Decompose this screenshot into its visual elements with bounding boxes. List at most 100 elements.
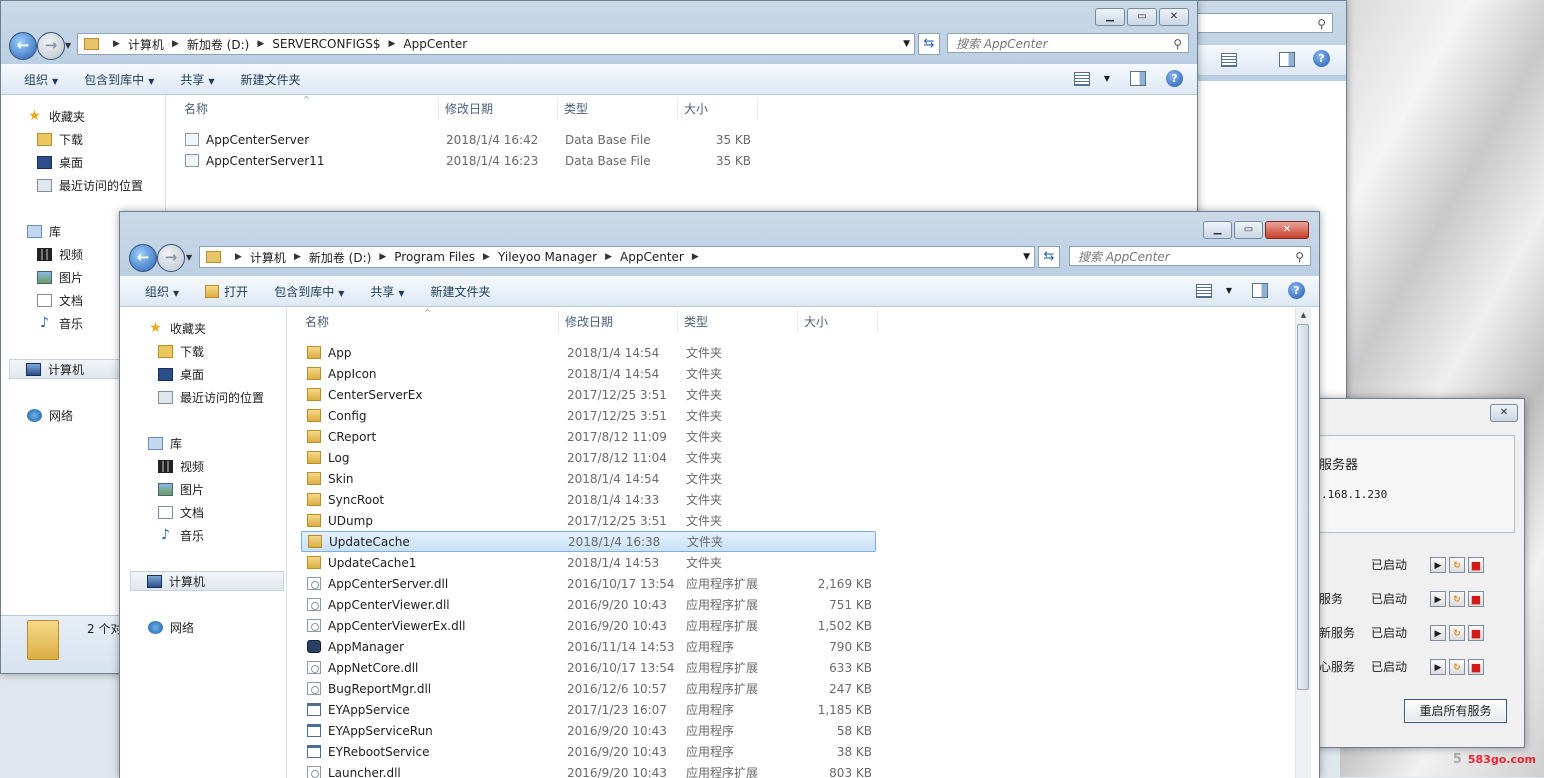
address-bar[interactable]: ▶计算机 ▶新加卷 (D:) ▶Program Files ▶Yileyoo M… [199,246,1035,268]
nav-favorites[interactable]: ★收藏夹 [148,320,206,337]
restart-service-button[interactable]: ↻ [1449,591,1465,607]
column-modified[interactable]: 修改日期 [439,98,558,120]
file-row[interactable]: UpdateCache12018/1/4 14:53文件夹 [301,552,872,573]
breadcrumb-item[interactable]: AppCenter [620,250,684,264]
file-row[interactable]: AppNetCore.dll2016/10/17 13:54应用程序扩展633 … [301,657,872,678]
breadcrumb-item[interactable]: AppCenter [403,37,467,51]
forward-button[interactable]: → [157,244,185,272]
nav-recent[interactable]: 最近访问的位置 [158,389,264,406]
nav-downloads[interactable]: 下载 [158,343,204,360]
organize-menu[interactable]: 组织▼ [145,283,179,300]
nav-pictures[interactable]: 图片 [37,269,83,286]
column-size[interactable]: 大小 [798,311,878,333]
file-row[interactable]: EYRebootService2016/9/20 10:43应用程序38 KB [301,741,872,762]
vertical-scrollbar[interactable]: ▲ [1295,308,1311,778]
restart-service-button[interactable]: ↻ [1449,557,1465,573]
nav-documents[interactable]: 文档 [37,292,83,309]
breadcrumb-item[interactable]: 计算机 [128,36,164,53]
stop-service-button[interactable]: ■ [1468,659,1484,675]
maximize-button[interactable]: ▭ [1234,221,1263,239]
include-in-library-menu[interactable]: 包含到库中▼ [274,283,344,300]
view-icon[interactable] [1196,284,1212,298]
column-name[interactable]: 名称 [178,98,439,120]
file-row[interactable]: AppIcon2018/1/4 14:54文件夹 [301,363,872,384]
file-row[interactable]: AppCenterServer112018/1/4 16:23Data Base… [179,150,751,171]
help-icon[interactable]: ? [1313,50,1330,67]
start-service-button[interactable]: ▶ [1430,591,1446,607]
refresh-button[interactable]: ⇆ [918,33,940,55]
restart-all-services-button[interactable]: 重启所有服务 [1404,699,1507,723]
nav-network[interactable]: 网络 [27,407,73,424]
search-input[interactable]: 搜索 AppCenter⚲ [947,33,1189,53]
stop-service-button[interactable]: ■ [1468,625,1484,641]
nav-documents[interactable]: 文档 [158,504,204,521]
restart-service-button[interactable]: ↻ [1449,625,1465,641]
share-menu[interactable]: 共享▼ [180,71,214,88]
close-button[interactable]: ✕ [1490,404,1518,422]
file-row[interactable]: UDump2017/12/25 3:51文件夹 [301,510,872,531]
file-row[interactable]: Skin2018/1/4 14:54文件夹 [301,468,872,489]
breadcrumb-item[interactable]: 新加卷 (D:) [309,249,371,266]
maximize-button[interactable]: ▭ [1127,8,1157,26]
breadcrumb-item[interactable]: Yileyoo Manager [498,250,597,264]
column-type[interactable]: 类型 [558,98,678,120]
column-name[interactable]: 名称 [299,311,559,333]
forward-button[interactable]: → [37,32,65,60]
view-dropdown[interactable]: ▼ [1104,74,1110,83]
include-in-library-menu[interactable]: 包含到库中▼ [84,71,154,88]
start-service-button[interactable]: ▶ [1430,625,1446,641]
nav-music[interactable]: ♪音乐 [37,315,83,332]
nav-desktop[interactable]: 桌面 [158,366,204,383]
restart-service-button[interactable]: ↻ [1449,659,1465,675]
new-folder-button[interactable]: 新建文件夹 [431,283,491,300]
view-icon[interactable] [1074,72,1090,86]
breadcrumb-item[interactable]: 新加卷 (D:) [187,36,249,53]
nav-network[interactable]: 网络 [148,619,194,636]
nav-pictures[interactable]: 图片 [158,481,204,498]
file-row[interactable]: AppCenterViewerEx.dll2016/9/20 10:43应用程序… [301,615,872,636]
stop-service-button[interactable]: ■ [1468,591,1484,607]
recent-pages-dropdown[interactable]: ▼ [65,41,71,50]
refresh-button[interactable]: ⇆ [1038,246,1060,268]
file-row[interactable]: App2018/1/4 14:54文件夹 [301,342,872,363]
address-bar[interactable]: ▶计算机 ▶新加卷 (D:) ▶SERVERCONFIGS$ ▶AppCente… [77,33,915,55]
file-row[interactable]: CenterServerEx2017/12/25 3:51文件夹 [301,384,872,405]
close-button[interactable]: ✕ [1159,8,1189,26]
nav-videos[interactable]: 视频 [158,458,204,475]
nav-libraries[interactable]: 库 [148,435,182,452]
help-icon[interactable]: ? [1166,70,1183,87]
share-menu[interactable]: 共享▼ [370,283,404,300]
preview-pane-icon[interactable] [1252,283,1268,298]
nav-desktop[interactable]: 桌面 [37,154,83,171]
nav-libraries[interactable]: 库 [27,223,61,240]
file-row[interactable]: AppCenterViewer.dll2016/9/20 10:43应用程序扩展… [301,594,872,615]
organize-menu[interactable]: 组织▼ [24,71,58,88]
file-row[interactable]: EYAppServiceRun2016/9/20 10:43应用程序58 KB [301,720,872,741]
back-button[interactable]: ← [129,244,157,272]
minimize-button[interactable]: ▁ [1203,221,1232,239]
nav-videos[interactable]: 视频 [37,246,83,263]
file-row[interactable]: EYAppService2017/1/23 16:07应用程序1,185 KB [301,699,872,720]
file-row[interactable]: AppCenterServer2018/1/4 16:42Data Base F… [179,129,751,150]
open-button[interactable]: 打开 [205,283,248,300]
view-dropdown[interactable]: ▼ [1226,286,1232,295]
breadcrumb-item[interactable]: SERVERCONFIGS$ [272,37,380,51]
nav-downloads[interactable]: 下载 [37,131,83,148]
background-search[interactable]: ⚲ [1195,13,1333,33]
nav-computer[interactable]: 计算机 [130,571,284,591]
chevron-down-icon[interactable]: ▼ [1023,252,1030,262]
file-row[interactable]: AppManager2016/11/14 14:53应用程序790 KB [301,636,872,657]
file-row[interactable]: BugReportMgr.dll2016/12/6 10:57应用程序扩展247… [301,678,872,699]
new-folder-button[interactable]: 新建文件夹 [241,71,301,88]
view-icon[interactable] [1221,53,1237,67]
file-row[interactable]: SyncRoot2018/1/4 14:33文件夹 [301,489,872,510]
nav-favorites[interactable]: ★收藏夹 [27,108,85,125]
stop-service-button[interactable]: ■ [1468,557,1484,573]
start-service-button[interactable]: ▶ [1430,557,1446,573]
search-input[interactable]: 搜索 AppCenter⚲ [1069,246,1311,266]
preview-pane-icon[interactable] [1279,52,1295,67]
file-row[interactable]: Config2017/12/25 3:51文件夹 [301,405,872,426]
file-row[interactable]: Launcher.dll2016/9/20 10:43应用程序扩展803 KB [301,762,872,778]
help-icon[interactable]: ? [1288,282,1305,299]
nav-music[interactable]: ♪音乐 [158,527,204,544]
